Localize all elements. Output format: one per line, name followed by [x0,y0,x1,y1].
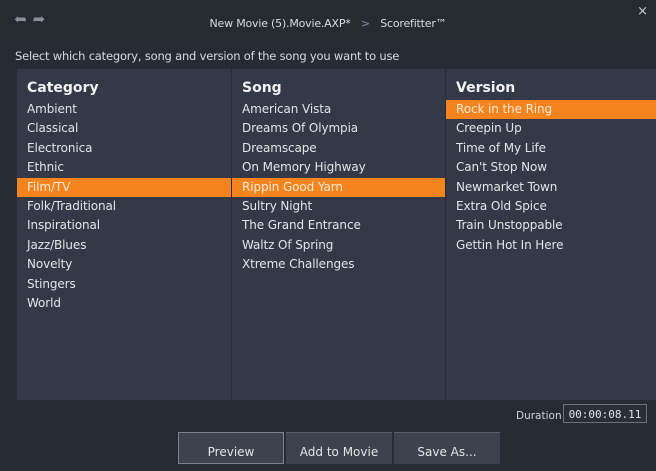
version-item[interactable]: Train Unstoppable [446,216,656,235]
version-item[interactable]: Rock in the Ring [446,100,656,120]
song-item[interactable]: Xtreme Challenges [232,255,445,274]
version-item[interactable]: Creepin Up [446,119,656,138]
category-list: Ambient Classical Electronica Ethnic Film/TV… [17,100,231,313]
category-item[interactable]: Folk/Traditional [17,197,231,216]
category-item[interactable]: Classical [17,119,231,138]
category-item[interactable]: Ambient [17,100,231,119]
song-header: Song [242,80,282,96]
version-item[interactable]: Can't Stop Now [446,158,656,177]
category-item[interactable]: Novelty [17,255,231,274]
version-item[interactable]: Newmarket Town [446,178,656,197]
breadcrumb-separator: > [360,17,370,30]
tool-name: Scorefitter™ [380,17,447,30]
duration-field[interactable]: 00:00:08.11 [563,404,647,423]
category-header: Category [27,80,99,96]
version-header: Version [456,80,516,96]
project-name: New Movie (5).Movie.AXP* [209,17,351,30]
category-panel: Category Ambient Classical Electronica Ethn… [17,69,231,400]
category-item[interactable]: Electronica [17,139,231,158]
title-bar: ➦ ➦ New Movie (5).Movie.AXP* > Scorefitt… [0,0,656,44]
song-item[interactable]: Waltz Of Spring [232,236,445,255]
preview-button[interactable]: Preview [178,432,284,464]
version-list: Rock in the Ring Creepin Up Time of My Lif… [446,100,656,255]
version-item[interactable]: Extra Old Spice [446,197,656,216]
song-item[interactable]: Sultry Night [232,197,445,216]
duration-label: Duration [516,410,562,422]
category-item[interactable]: Film/TV [17,177,231,197]
version-item[interactable]: Gettin Hot In Here [446,236,656,255]
song-item[interactable]: American Vista [232,100,445,119]
song-item[interactable]: Dreamscape [232,139,445,158]
version-item[interactable]: Time of My Life [446,139,656,158]
category-item[interactable]: Stingers [17,275,231,294]
song-item[interactable]: Rippin Good Yarn [232,177,445,197]
song-item[interactable]: Dreams Of Olympia [232,119,445,138]
song-list: American Vista Dreams Of Olympia Dreamscap… [232,100,445,275]
song-item[interactable]: On Memory Highway [232,158,445,177]
close-icon[interactable]: × [637,4,648,19]
song-panel: Song American Vista Dreams Of Olympia Drea… [232,69,445,400]
add-to-movie-button[interactable]: Add to Movie [286,432,392,464]
window-title: New Movie (5).Movie.AXP* > Scorefitter™ [0,17,656,30]
instruction-text: Select which category, song and version … [15,49,400,63]
category-item[interactable]: Jazz/Blues [17,236,231,255]
category-item[interactable]: Inspirational [17,216,231,235]
save-as-button[interactable]: Save As... [394,432,500,464]
category-item[interactable]: World [17,294,231,313]
song-item[interactable]: The Grand Entrance [232,216,445,235]
category-item[interactable]: Ethnic [17,158,231,177]
version-panel: Version Rock in the Ring Creepin Up Time o… [446,69,656,400]
